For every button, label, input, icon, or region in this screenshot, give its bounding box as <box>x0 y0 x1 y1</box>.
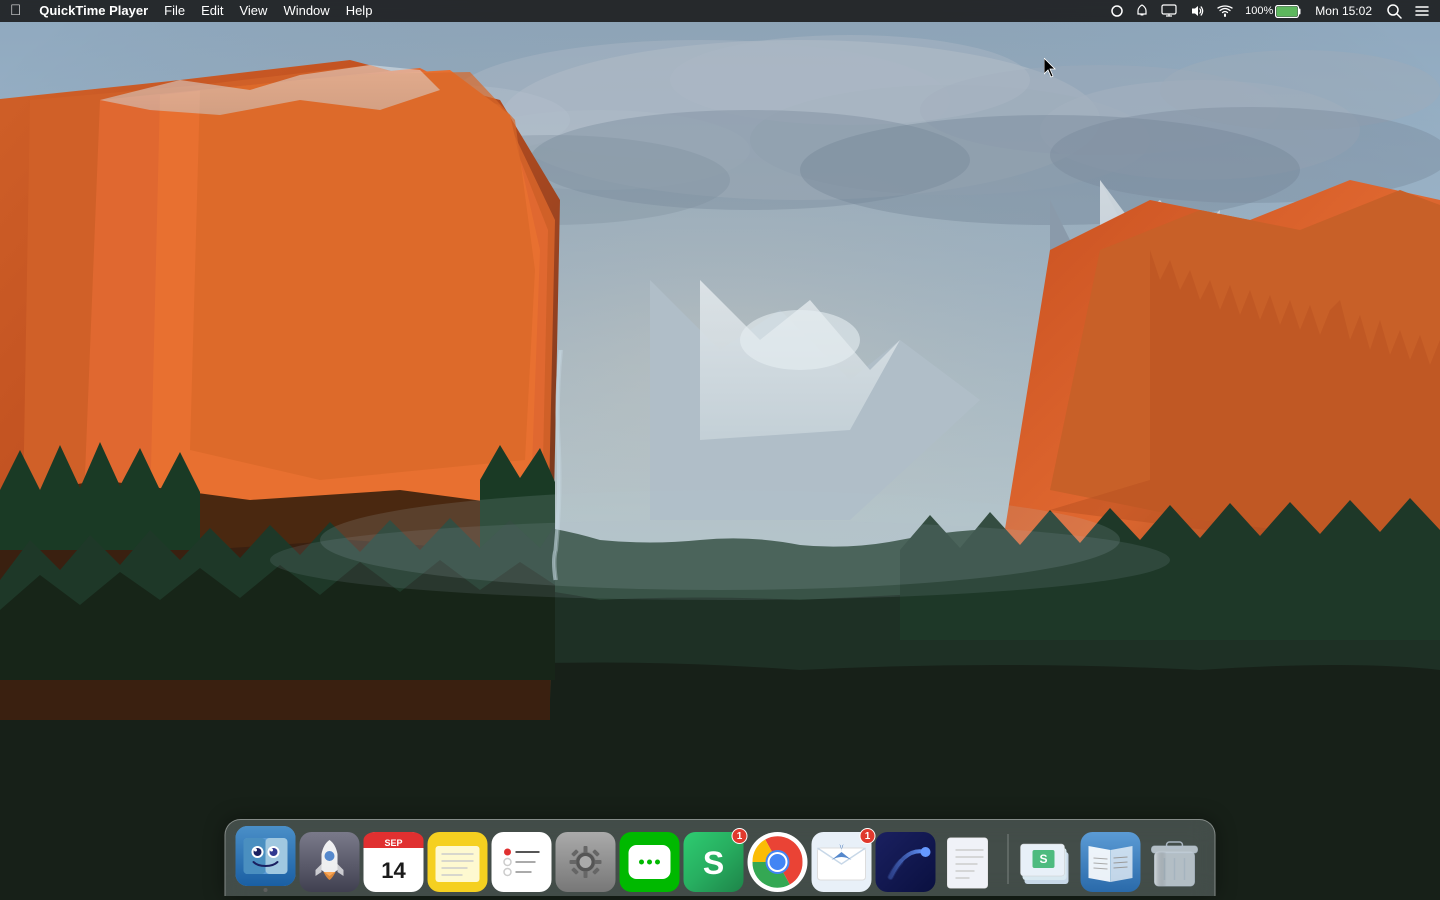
finder-icon <box>236 826 296 886</box>
dock-separator <box>1008 834 1009 884</box>
dock-item-system-preferences[interactable] <box>556 832 616 892</box>
display-icon[interactable] <box>1157 0 1181 22</box>
menubar-left:  QuickTime Player File Edit View Window… <box>0 0 1107 22</box>
notification-icon[interactable] <box>1131 0 1153 22</box>
skype-badge: 1 <box>732 828 748 844</box>
dock-item-skype[interactable]: S 1 <box>684 832 744 892</box>
clipboard-icon <box>940 832 1000 892</box>
trash-icon <box>1145 832 1205 892</box>
menu-window[interactable]: Window <box>275 0 337 22</box>
battery-indicator[interactable]: 100% <box>1241 0 1305 22</box>
dock-item-mercury[interactable] <box>876 832 936 892</box>
dock-item-finder[interactable] <box>236 826 296 892</box>
svg-text:S: S <box>1039 852 1047 866</box>
dock-item-calendar[interactable]: SEP 14 <box>364 832 424 892</box>
svg-text:S: S <box>703 845 724 881</box>
battery-percent: 100% <box>1245 5 1273 17</box>
dock-container: SEP 14 <box>225 819 1216 900</box>
svg-text:14: 14 <box>381 858 406 883</box>
airmail-icon: 1 <box>812 832 872 892</box>
dock-item-reminders[interactable] <box>492 832 552 892</box>
dock-item-ibooks[interactable] <box>1081 832 1141 892</box>
record-indicator[interactable] <box>1107 0 1127 22</box>
launchpad-icon <box>300 832 360 892</box>
notification-center-icon[interactable] <box>1410 0 1434 22</box>
notes-icon <box>428 832 488 892</box>
dock: SEP 14 <box>225 819 1216 896</box>
stacks-icon: S <box>1017 832 1077 892</box>
menu-edit[interactable]: Edit <box>193 0 231 22</box>
menu-file[interactable]: File <box>156 0 193 22</box>
wifi-icon[interactable] <box>1213 0 1237 22</box>
dock-item-clipboard[interactable] <box>940 832 1000 892</box>
mercury-icon <box>876 832 936 892</box>
datetime[interactable]: Mon 15:02 <box>1309 0 1378 22</box>
chrome-icon <box>748 832 808 892</box>
svg-text:SEP: SEP <box>384 838 402 848</box>
spotlight-icon[interactable] <box>1382 0 1406 22</box>
airmail-badge: 1 <box>860 828 876 844</box>
volume-icon[interactable] <box>1185 0 1209 22</box>
menubar:  QuickTime Player File Edit View Window… <box>0 0 1440 22</box>
menu-view[interactable]: View <box>231 0 275 22</box>
menubar-right: 100% Mon 15:02 <box>1107 0 1440 22</box>
apple-menu[interactable]:  <box>0 0 31 22</box>
dock-item-airmail[interactable]: 1 <box>812 832 872 892</box>
system-preferences-icon <box>556 832 616 892</box>
app-name[interactable]: QuickTime Player <box>31 0 156 22</box>
reminders-icon <box>492 832 552 892</box>
dock-item-notes[interactable] <box>428 832 488 892</box>
finder-dot <box>264 888 268 892</box>
dock-item-launchpad[interactable] <box>300 832 360 892</box>
skype-icon: S 1 <box>684 832 744 892</box>
menu-help[interactable]: Help <box>338 0 381 22</box>
ibooks-icon <box>1081 832 1141 892</box>
line-icon <box>620 832 680 892</box>
dock-item-stacks[interactable]: S <box>1017 832 1077 892</box>
dock-item-line[interactable] <box>620 832 680 892</box>
dock-item-trash[interactable] <box>1145 832 1205 892</box>
calendar-icon: SEP 14 <box>364 832 424 892</box>
dock-item-chrome[interactable] <box>748 832 808 892</box>
